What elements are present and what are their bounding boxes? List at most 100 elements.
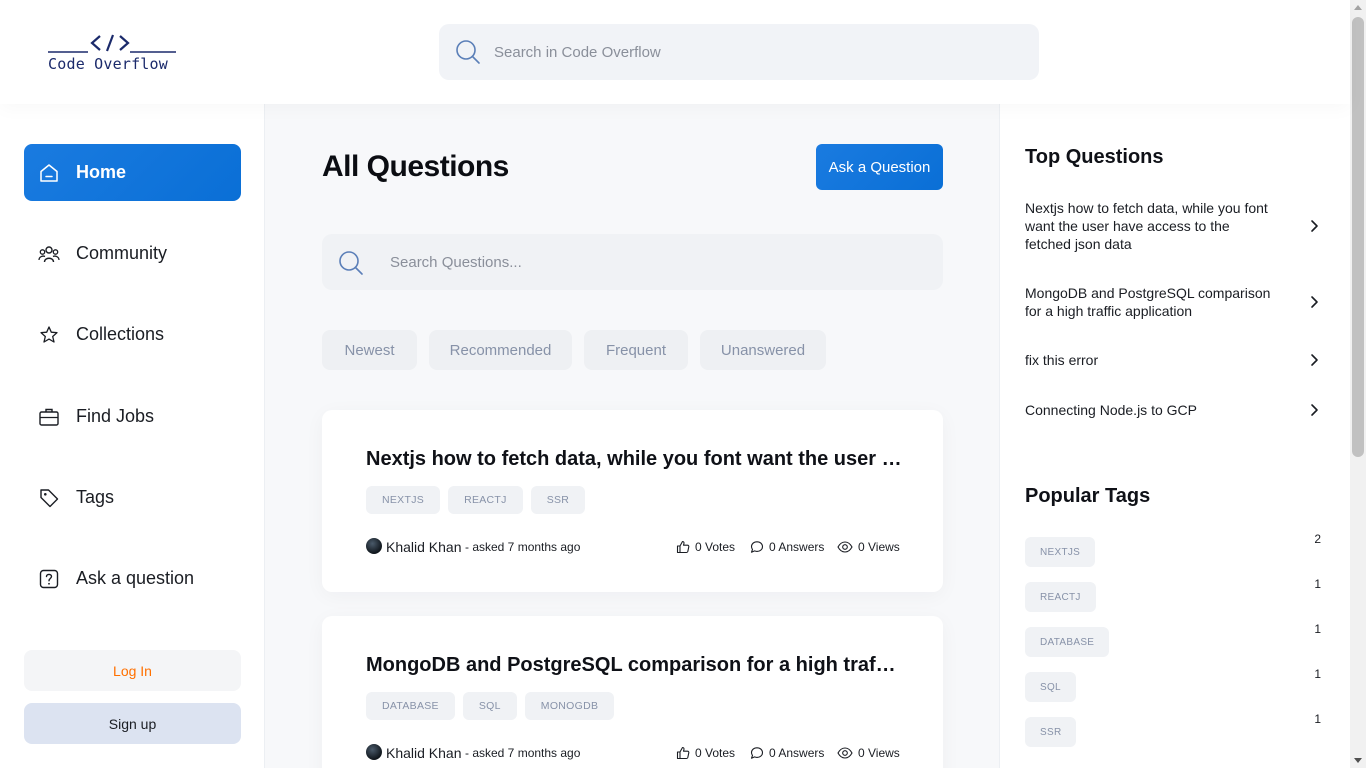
filter-unanswered[interactable]: Unanswered — [700, 330, 826, 370]
eye-icon — [837, 541, 853, 553]
popular-tag-row: REACTJ 1 — [1025, 577, 1321, 612]
views-stat: 0 Views — [837, 540, 900, 554]
signup-button[interactable]: Sign up — [24, 703, 241, 744]
question-tags: NEXTJS REACTJ SSR — [366, 486, 586, 514]
question-search-input[interactable] — [390, 234, 930, 290]
sidebar-item-label: Ask a question — [76, 568, 195, 588]
global-search-input[interactable] — [494, 24, 1014, 80]
question-icon — [39, 569, 59, 589]
tag-icon — [40, 489, 59, 508]
question-tags: DATABASE SQL MONOGDB — [366, 692, 615, 720]
page-scrollbar[interactable] — [1350, 0, 1366, 768]
tag-chip[interactable]: NEXTJS — [366, 486, 441, 514]
sidebar-item-find-jobs[interactable]: Find Jobs — [24, 388, 241, 445]
tag-chip[interactable]: SQL — [462, 692, 517, 720]
votes-stat: 0 Votes — [676, 746, 735, 760]
tag-count: 1 — [1314, 712, 1321, 726]
question-meta: Khalid Khan - asked 7 months ago 0 Votes… — [366, 744, 902, 762]
thumbs-up-icon — [676, 746, 690, 760]
question-card: MongoDB and PostgreSQL comparison for a … — [322, 616, 943, 768]
views-count: 0 Views — [858, 746, 900, 760]
left-sidebar: Home Community Collections Find Jobs Tag… — [0, 104, 265, 768]
popular-tags-title: Popular Tags — [1025, 485, 1151, 507]
scroll-up-arrow[interactable] — [1354, 5, 1362, 10]
tag-count: 1 — [1314, 577, 1321, 591]
ask-question-button[interactable]: Ask a Question — [816, 144, 943, 190]
tag-chip[interactable]: SQL — [1025, 672, 1076, 702]
author-name[interactable]: Khalid Khan — [386, 539, 462, 555]
avatar[interactable] — [366, 744, 382, 760]
top-question-item[interactable]: Connecting Node.js to GCP — [1025, 401, 1325, 419]
scrollbar-thumb[interactable] — [1352, 17, 1364, 457]
star-icon — [40, 326, 58, 343]
scroll-down-arrow[interactable] — [1354, 758, 1362, 763]
popular-tag-row: NEXTJS 2 — [1025, 532, 1321, 567]
tag-count: 2 — [1314, 532, 1321, 546]
home-icon — [40, 164, 58, 182]
sidebar-item-home[interactable]: Home — [24, 144, 241, 201]
login-button[interactable]: Log In — [24, 650, 241, 691]
tag-chip[interactable]: REACTJ — [1025, 582, 1096, 612]
global-search-bar[interactable] — [439, 24, 1039, 80]
eye-icon — [837, 747, 853, 759]
top-question-item[interactable]: fix this error — [1025, 351, 1325, 369]
main-content: All Questions Ask a Question Newest Reco… — [266, 104, 999, 768]
asked-time: - asked 7 months ago — [465, 540, 581, 554]
top-question-text: fix this error — [1025, 352, 1099, 368]
popular-tag-row: DATABASE 1 — [1025, 622, 1321, 657]
answers-stat: 0 Answers — [750, 746, 824, 760]
page-title: All Questions — [322, 150, 509, 183]
answers-count: 0 Answers — [769, 540, 825, 554]
author-name[interactable]: Khalid Khan — [386, 745, 462, 761]
filter-newest[interactable]: Newest — [322, 330, 417, 370]
top-questions-title: Top Questions — [1025, 146, 1164, 168]
tag-chip[interactable]: DATABASE — [366, 692, 455, 720]
avatar[interactable] — [366, 538, 382, 554]
code-brackets-icon — [48, 34, 176, 53]
sidebar-item-tags[interactable]: Tags — [24, 469, 241, 526]
votes-count: 0 Votes — [695, 746, 736, 760]
filter-recommended[interactable]: Recommended — [429, 330, 572, 370]
chevron-right-icon — [1311, 296, 1318, 308]
logo-text: Code Overflow — [48, 55, 168, 73]
question-title[interactable]: MongoDB and PostgreSQL comparison for a … — [366, 654, 902, 677]
filter-frequent[interactable]: Frequent — [584, 330, 688, 370]
sidebar-item-collections[interactable]: Collections — [24, 306, 241, 363]
users-icon — [38, 246, 60, 263]
sidebar-item-ask-question[interactable]: Ask a question — [24, 550, 241, 607]
votes-stat: 0 Votes — [676, 540, 735, 554]
chevron-right-icon — [1311, 404, 1318, 416]
tag-chip[interactable]: MONOGDB — [524, 692, 615, 720]
tag-chip[interactable]: SSR — [530, 486, 586, 514]
sidebar-item-label: Collections — [76, 324, 165, 344]
tag-chip[interactable]: DATABASE — [1025, 627, 1110, 657]
tag-chip[interactable]: SSR — [1025, 717, 1077, 747]
right-sidebar: Top Questions Nextjs how to fetch data, … — [999, 104, 1350, 768]
views-count: 0 Views — [858, 540, 900, 554]
top-header: Code Overflow — [0, 0, 1350, 104]
sidebar-item-label: Tags — [76, 487, 115, 507]
popular-tag-row: SSR 1 — [1025, 712, 1321, 747]
sidebar-item-community[interactable]: Community — [24, 225, 241, 282]
thumbs-up-icon — [676, 540, 690, 554]
message-icon — [750, 747, 764, 759]
briefcase-icon — [39, 408, 59, 426]
question-search-bar[interactable] — [322, 234, 943, 290]
top-question-item[interactable]: Nextjs how to fetch data, while you font… — [1025, 199, 1325, 253]
sidebar-item-label: Find Jobs — [76, 406, 155, 426]
answers-count: 0 Answers — [769, 746, 825, 760]
top-question-text: Nextjs how to fetch data, while you font… — [1025, 200, 1268, 252]
asked-time: - asked 7 months ago — [465, 746, 581, 760]
sidebar-item-label: Community — [76, 243, 168, 263]
tag-chip[interactable]: NEXTJS — [1025, 537, 1096, 567]
tag-chip[interactable]: REACTJ — [448, 486, 523, 514]
chevron-right-icon — [1311, 220, 1318, 232]
popular-tag-row: SQL 1 — [1025, 667, 1321, 702]
top-question-item[interactable]: MongoDB and PostgreSQL comparison for a … — [1025, 284, 1325, 320]
tag-count: 1 — [1314, 622, 1321, 636]
search-icon — [456, 40, 480, 64]
question-title[interactable]: Nextjs how to fetch data, while you font… — [366, 448, 902, 471]
logo[interactable]: Code Overflow — [48, 33, 178, 75]
question-meta: Khalid Khan - asked 7 months ago 0 Votes… — [366, 538, 902, 556]
views-stat: 0 Views — [837, 746, 900, 760]
